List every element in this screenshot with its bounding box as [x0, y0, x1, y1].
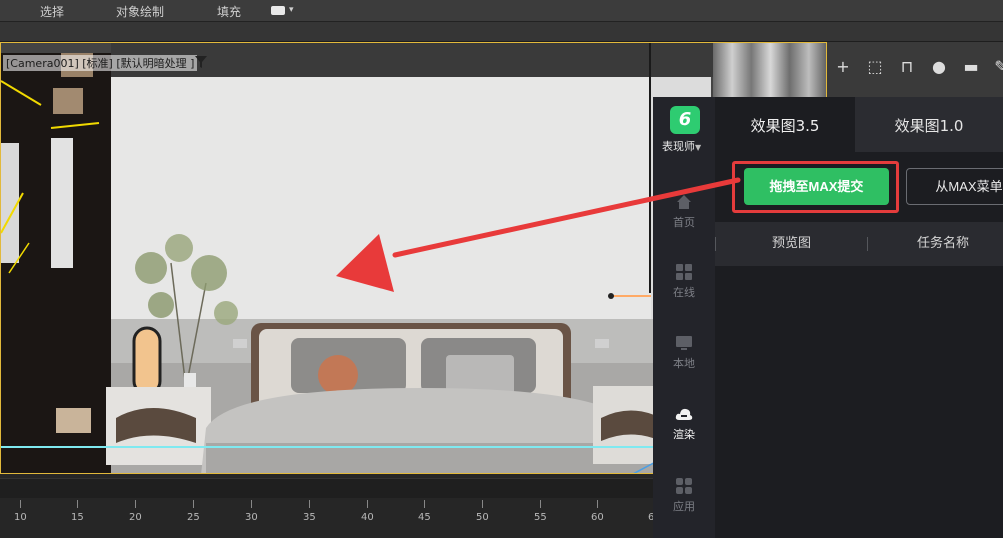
nav-home[interactable]: 首页 — [653, 193, 715, 230]
tick-label: 40 — [361, 512, 374, 523]
tick-mark — [309, 500, 310, 508]
tick-mark — [540, 500, 541, 508]
menu-submit-button[interactable]: 从MAX菜单提 — [906, 168, 1003, 205]
hierarchy-icon[interactable]: ⊓ — [896, 56, 918, 78]
ribbon-toolbar: 选择 对象绘制 填充 ▾ — [0, 0, 1003, 22]
tick-label: 60 — [591, 512, 604, 523]
nav-render-label: 渲染 — [673, 428, 695, 441]
brand-name: 表现师 — [662, 140, 695, 153]
filter-icon[interactable] — [194, 55, 208, 69]
tick-label: 30 — [245, 512, 258, 523]
motion-icon[interactable]: ● — [928, 56, 950, 78]
nav-apps-label: 应用 — [673, 500, 695, 513]
nav-local-label: 本地 — [673, 357, 695, 370]
tick-label: 20 — [129, 512, 142, 523]
column-divider — [867, 237, 868, 251]
tick-mark — [251, 500, 252, 508]
wardrobe-clothes — [1, 53, 100, 433]
tick-mark — [424, 500, 425, 508]
tab-effect-3-5[interactable]: 效果图3.5 — [715, 97, 855, 152]
column-divider — [715, 237, 716, 251]
app-window: 选择 对象绘制 填充 ▾ [Camera001] [标准] [默认明暗处理] … — [0, 0, 1003, 538]
viewport-label[interactable]: [Camera001] [标准] [默认明暗处理 ] — [3, 55, 198, 71]
tick-mark — [77, 500, 78, 508]
render-plugin-panel: 6 表现师▼ 首页 在线 本地 渲染 应用 效果图3.5 效果图1.0 拖拽至M… — [653, 97, 1003, 538]
tick-label: 45 — [418, 512, 431, 523]
nav-home-label: 首页 — [673, 216, 695, 229]
fill-swatch-icon[interactable] — [271, 6, 285, 15]
tick-label: 25 — [187, 512, 200, 523]
column-preview[interactable]: 预览图 — [772, 222, 811, 266]
tick-mark — [367, 500, 368, 508]
task-table-header: 预览图 任务名称 — [715, 222, 1003, 266]
tick-mark — [482, 500, 483, 508]
tick-label: 50 — [476, 512, 489, 523]
tick-mark — [135, 500, 136, 508]
tick-label: 10 — [14, 512, 27, 523]
nav-render[interactable]: 渲染 — [653, 405, 715, 442]
ribbon-fill[interactable]: 填充 — [217, 3, 241, 20]
chevron-down-icon[interactable]: ▾ — [289, 5, 294, 15]
monitor-icon — [676, 336, 692, 350]
chevron-down-icon: ▼ — [695, 143, 702, 152]
command-tabs: + ⬚ ⊓ ● ▬ ✎ — [827, 52, 1003, 82]
nav-online[interactable]: 在线 — [653, 263, 715, 300]
drag-submit-button[interactable]: 拖拽至MAX提交 — [744, 168, 889, 205]
plugin-main: 效果图3.5 效果图1.0 拖拽至MAX提交 从MAX菜单提 预览图 任务名称 — [715, 97, 1003, 538]
utilities-icon[interactable]: ✎ — [990, 56, 1003, 78]
column-task-name[interactable]: 任务名称 — [917, 222, 969, 266]
ribbon-object-paint[interactable]: 对象绘制 — [116, 3, 164, 20]
nav-online-label: 在线 — [673, 286, 695, 299]
nav-local[interactable]: 本地 — [653, 334, 715, 371]
tick-mark — [20, 500, 21, 508]
brand-logo: 6 — [670, 106, 700, 134]
grid-icon — [676, 264, 692, 280]
cloud-icon — [675, 408, 693, 420]
plugin-sidebar: 6 表现师▼ 首页 在线 本地 渲染 应用 — [653, 97, 715, 538]
home-icon — [677, 195, 691, 209]
scene-table-lamp — [132, 326, 162, 397]
apps-icon — [676, 478, 692, 494]
sub-toolbar — [0, 22, 1003, 42]
nav-apps[interactable]: 应用 — [653, 477, 715, 514]
tick-label: 35 — [303, 512, 316, 523]
modify-icon[interactable]: ⬚ — [864, 56, 886, 78]
tick-mark — [597, 500, 598, 508]
tick-mark — [193, 500, 194, 508]
tick-label: 15 — [71, 512, 84, 523]
display-icon[interactable]: ▬ — [960, 56, 982, 78]
brand-name-menu[interactable]: 表现师▼ — [662, 138, 701, 154]
tick-label: 55 — [534, 512, 547, 523]
tab-effect-1-0[interactable]: 效果图1.0 — [855, 97, 1003, 152]
create-icon[interactable]: + — [832, 56, 854, 78]
ribbon-select[interactable]: 选择 — [40, 3, 64, 20]
